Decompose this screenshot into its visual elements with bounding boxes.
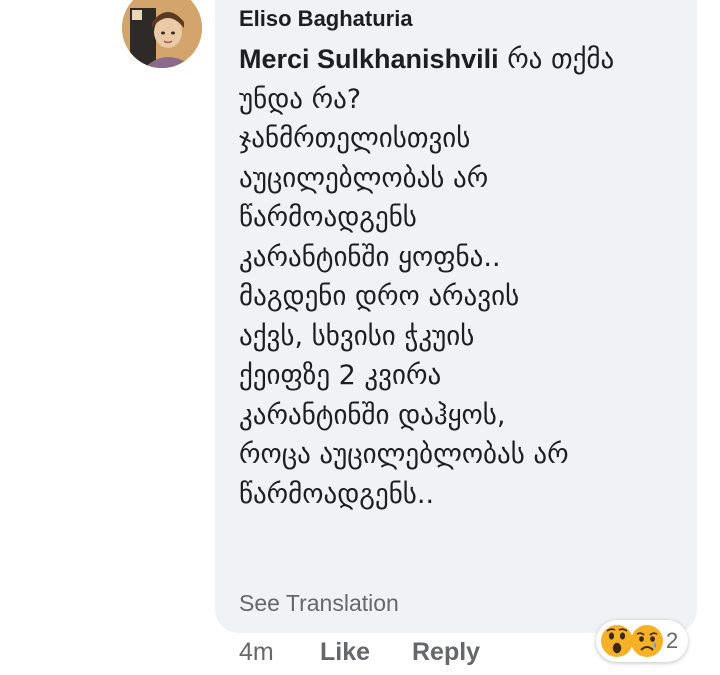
comment-line: მაგდენი დრო არავის	[239, 281, 520, 312]
comment-line: ქეიფზე 2 კვირა	[239, 360, 442, 391]
comment-line: როცა აუცილებლობას არ	[239, 439, 569, 470]
comment-screen: Eliso Baghaturia Merci Sulkhanishvili რა…	[0, 0, 720, 675]
reactions-summary[interactable]: 2	[596, 620, 688, 662]
comment-line: აუცილებლობას არ	[239, 162, 489, 194]
mention-link[interactable]: Merci Sulkhanishvili	[239, 44, 499, 74]
comment-line: უნდა რა?	[239, 83, 362, 115]
see-translation-link[interactable]: See Translation	[239, 590, 399, 617]
avatar-photo-icon	[122, 0, 202, 68]
wow-reaction-icon	[601, 625, 633, 657]
reply-button[interactable]: Reply	[412, 638, 480, 667]
comment-author[interactable]: Eliso Baghaturia	[239, 6, 413, 32]
reaction-count: 2	[666, 628, 679, 653]
comment-line-text: რა თქმა	[507, 44, 615, 75]
like-button[interactable]: Like	[320, 638, 370, 667]
avatar[interactable]	[122, 0, 202, 68]
comment-line: წარმოადგენს	[239, 202, 417, 233]
sad-reaction-icon	[631, 625, 663, 657]
comment-line: წარმოადგენს..	[239, 478, 435, 510]
comment-timestamp[interactable]: 4m	[239, 638, 274, 667]
comment-line: ჯანმრთელისთვის	[239, 123, 471, 154]
comment-line: Merci Sulkhanishvili რა თქმა	[239, 40, 679, 80]
comment-body: Merci Sulkhanishvili რა თქმა უნდა რა? ჯა…	[239, 40, 679, 514]
comment-line: კარანტინში დაჰყოს,	[239, 399, 506, 431]
comment-line: აქვს, სხვისი ჭკუის	[239, 320, 475, 352]
comment-line: კარანტინში ყოფნა..	[239, 241, 501, 273]
